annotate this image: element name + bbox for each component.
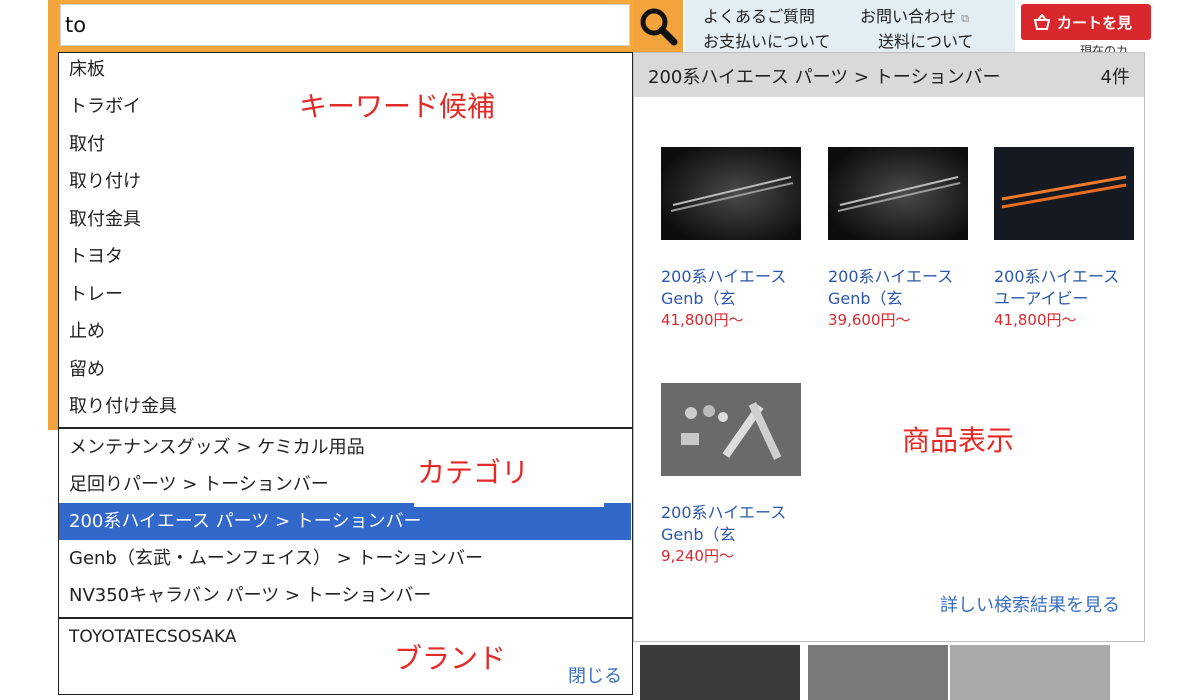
- category-item[interactable]: Genb（玄武・ムーンフェイス） > トーションバー: [59, 540, 631, 577]
- keyword-item[interactable]: トレー: [69, 283, 123, 307]
- product-card[interactable]: 200系ハイエース Genb（玄 9,240円～: [661, 383, 806, 566]
- category-item[interactable]: NV350キャラバン パーツ > トーションバー: [59, 577, 631, 614]
- basket-icon: [1033, 14, 1051, 30]
- keyword-annotation: キーワード候補: [299, 90, 496, 123]
- search-button[interactable]: [633, 0, 683, 52]
- view-cart-button[interactable]: カートを見: [1021, 4, 1151, 40]
- product-preview-panel: 200系ハイエース パーツ > トーションバー 4件 200系ハイエース Gen…: [633, 52, 1145, 642]
- keyword-item[interactable]: 取付: [69, 133, 105, 157]
- background-image-fragment: [950, 645, 1110, 700]
- brand-item[interactable]: TOYOTATECSOSAKA: [69, 627, 236, 647]
- keyword-item[interactable]: 床板: [69, 58, 105, 82]
- page-accent-bar: [48, 0, 58, 430]
- product-image: [994, 147, 1134, 240]
- product-price: 41,800円～: [661, 311, 744, 329]
- product-category-title: 200系ハイエース パーツ > トーションバー: [648, 67, 1001, 88]
- product-card[interactable]: 200系ハイエース Genb（玄 39,600円～: [828, 147, 973, 330]
- search-input[interactable]: [60, 4, 630, 46]
- contact-link-label: お問い合わせ: [860, 7, 957, 26]
- keyword-suggestions: 床板 トラボイ 取付 取り付け 取付金具 トヨタ トレー 止め 留め 取り付け金…: [58, 52, 633, 428]
- cart-label: カートを見: [1057, 13, 1133, 32]
- keyword-item[interactable]: トラボイ: [69, 95, 141, 119]
- product-card[interactable]: 200系ハイエース ユーアイビー 41,800円～: [994, 147, 1139, 330]
- product-image: [661, 147, 801, 240]
- brand-annotation: ブランド: [394, 642, 507, 675]
- product-name[interactable]: 200系ハイエース Genb（玄: [661, 502, 801, 546]
- magnifier-icon: [640, 8, 678, 46]
- product-image: [828, 147, 968, 240]
- product-price: 41,800円～: [994, 311, 1077, 329]
- faq-link[interactable]: よくあるご質問: [703, 3, 815, 27]
- keyword-item[interactable]: 止め: [69, 320, 105, 344]
- keyword-item[interactable]: 取り付け金具: [69, 395, 177, 419]
- product-panel-header: 200系ハイエース パーツ > トーションバー 4件: [634, 53, 1144, 97]
- product-price: 9,240円～: [661, 547, 734, 565]
- keyword-item[interactable]: 留め: [69, 358, 105, 382]
- product-count: 4件: [1100, 67, 1130, 88]
- brand-suggestions: TOYOTATECSOSAKA ブランド 閉じる: [58, 618, 633, 695]
- shipping-link[interactable]: 送料について: [878, 28, 974, 52]
- product-name[interactable]: 200系ハイエース Genb（玄: [828, 266, 968, 310]
- background-image-fragment: [808, 645, 948, 700]
- product-annotation: 商品表示: [902, 424, 1015, 457]
- category-suggestions: メンテナンスグッズ > ケミカル用品 足回りパーツ > トーションバー 200系…: [58, 428, 633, 618]
- keyword-item[interactable]: 取り付け: [69, 170, 141, 194]
- close-button[interactable]: 閉じる: [568, 662, 622, 688]
- product-image: [661, 383, 801, 476]
- view-more-results-link[interactable]: 詳しい検索結果を見る: [940, 591, 1120, 617]
- header-links: よくあるご質問 お問い合わせ ⧉ お支払いについて 送料について: [685, 0, 1015, 52]
- product-name[interactable]: 200系ハイエース Genb（玄: [661, 266, 801, 310]
- product-name[interactable]: 200系ハイエース ユーアイビー: [994, 266, 1134, 310]
- product-card[interactable]: 200系ハイエース Genb（玄 41,800円～: [661, 147, 806, 330]
- background-image-fragment: [640, 645, 800, 700]
- keyword-item[interactable]: トヨタ: [69, 245, 123, 269]
- keyword-item[interactable]: 取付金具: [69, 208, 141, 232]
- contact-link[interactable]: お問い合わせ ⧉: [860, 3, 969, 27]
- category-item-selected[interactable]: 200系ハイエース パーツ > トーションバー: [59, 503, 631, 540]
- category-annotation: カテゴリ: [417, 456, 530, 489]
- payment-link[interactable]: お支払いについて: [703, 28, 831, 52]
- external-link-icon: ⧉: [961, 12, 969, 25]
- product-price: 39,600円～: [828, 311, 911, 329]
